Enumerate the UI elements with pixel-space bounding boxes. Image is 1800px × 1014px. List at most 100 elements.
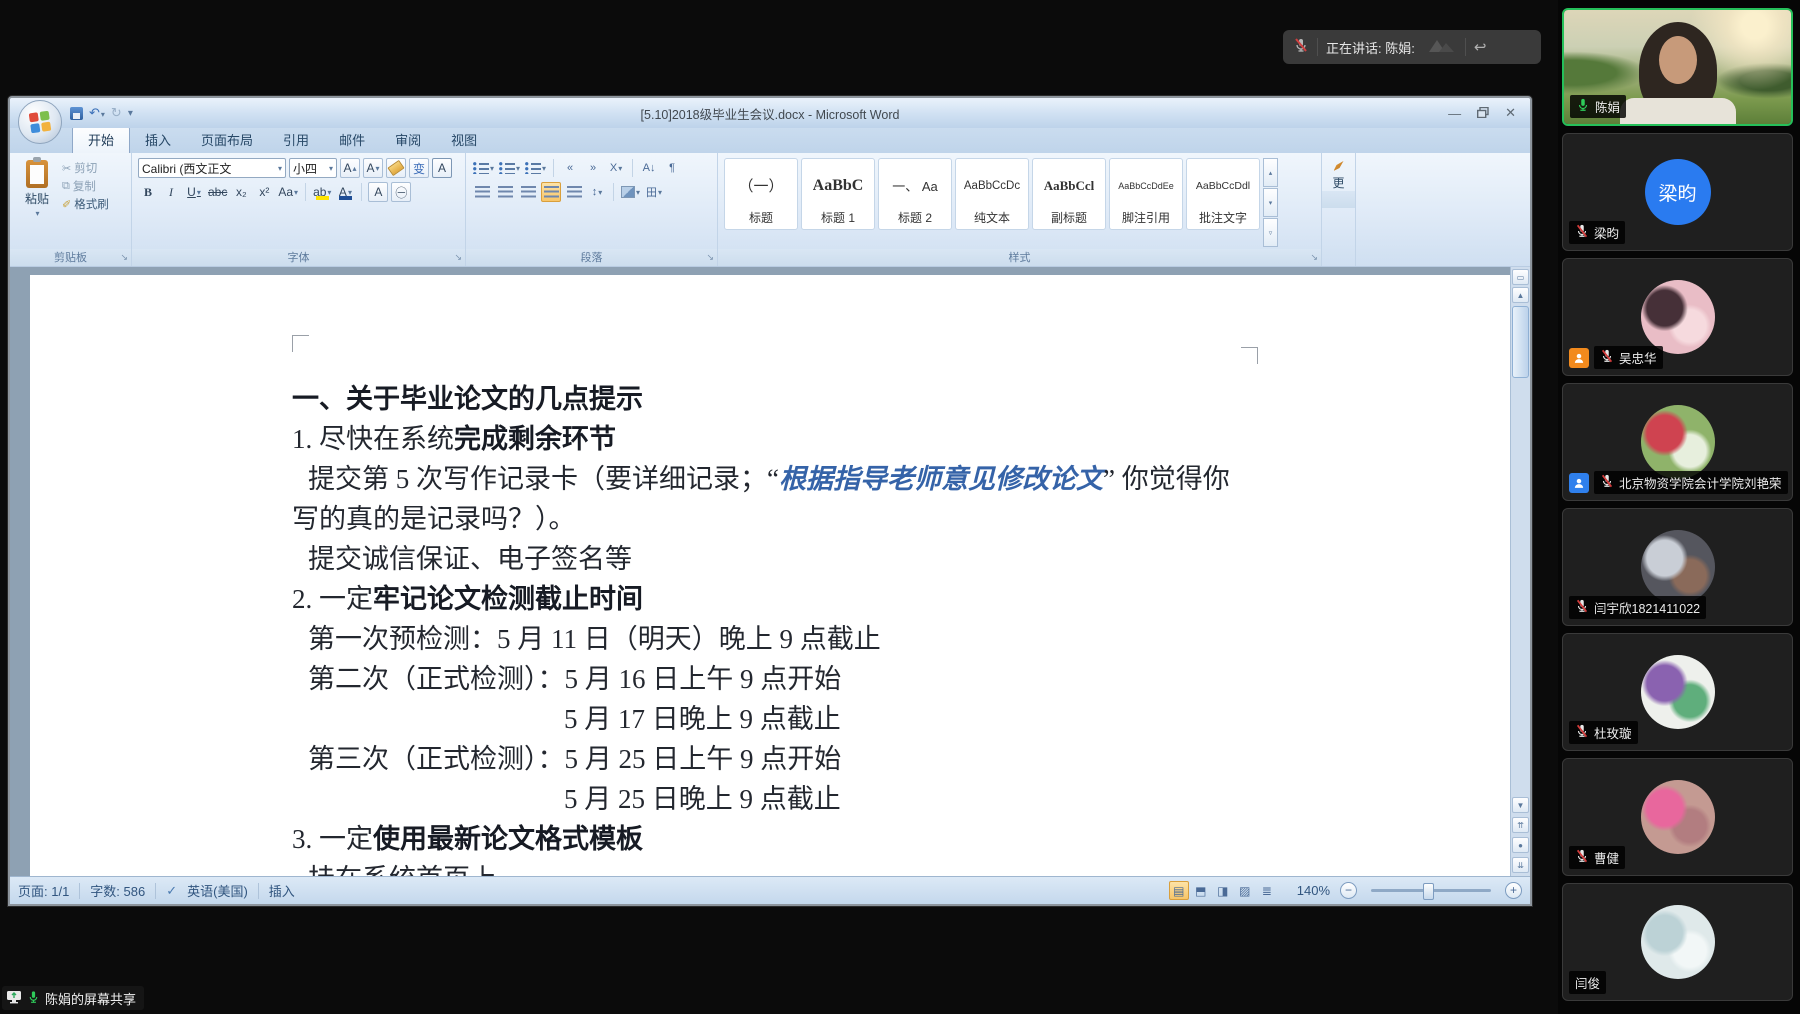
participant-tile[interactable]: 闫俊 [1562,883,1793,1001]
tab-视图[interactable]: 视图 [436,127,492,153]
screen-share-chip[interactable]: 陈娟的屏幕共享 [2,986,144,1010]
save-icon[interactable] [70,107,83,120]
style-标题[interactable]: （一）标题 [724,158,798,230]
gallery-expand-icon[interactable]: ▿ [1263,218,1278,247]
numbered-list-button[interactable]: ▾ [498,158,521,178]
draft-view-button[interactable]: ≣ [1257,881,1277,900]
cut-button[interactable]: ✂剪切 [62,160,109,176]
enclose-characters-button[interactable]: ㊀ [391,182,411,202]
page-indicator[interactable]: 页面: 1/1 [18,881,69,900]
minimize-button[interactable]: — [1448,106,1461,121]
borders-button[interactable]: 田▾ [644,182,664,202]
participant-tile[interactable]: 曹健 [1562,758,1793,876]
previous-page-icon[interactable]: ⇈ [1512,817,1529,833]
character-border-button[interactable]: A [432,158,452,178]
bold-button[interactable]: B [138,182,158,202]
outline-view-button[interactable]: ▨ [1235,881,1255,900]
dialog-launcher-icon[interactable]: ↘ [454,252,462,263]
align-center-button[interactable] [495,182,515,202]
dialog-launcher-icon[interactable]: ↘ [706,252,714,263]
style-纯文本[interactable]: AaBbCcDc纯文本 [955,158,1029,230]
shrink-font-button[interactable]: A▾ [363,158,383,178]
increase-indent-button[interactable]: » [583,158,603,178]
sort-button[interactable]: A↓ [639,158,659,178]
web-layout-view-button[interactable]: ◨ [1213,881,1233,900]
change-case-button[interactable]: Aa▾ [277,182,299,202]
zoom-slider[interactable] [1371,889,1491,892]
close-button[interactable]: ✕ [1505,105,1516,121]
print-layout-view-button[interactable]: ▤ [1169,881,1189,900]
zoom-out-button[interactable]: − [1340,882,1357,899]
language-indicator[interactable]: 英语(美国) [187,881,248,900]
participant-tile[interactable]: 陈娟 [1562,8,1793,126]
underline-button[interactable]: U▾ [184,182,204,202]
office-button[interactable] [18,100,62,144]
bullet-list-button[interactable]: ▾ [472,158,495,178]
shading-button[interactable]: ▾ [620,182,641,202]
redo-icon[interactable]: ↻ [111,105,122,121]
customize-qat-icon[interactable]: ▾ [128,108,133,119]
line-spacing-button[interactable]: ↕▾ [587,182,607,202]
align-right-button[interactable] [518,182,538,202]
style-副标题[interactable]: AaBbCcl副标题 [1032,158,1106,230]
scroll-down-icon[interactable]: ▼ [1512,797,1529,813]
zoom-in-button[interactable]: + [1505,882,1522,899]
document-page[interactable]: 一、关于毕业论文的几点提示1. 尽快在系统完成剩余环节提交第 5 次写作记录卡（… [30,275,1510,876]
font-size-select[interactable]: 小四▾ [289,158,337,178]
strikethrough-button[interactable]: abc [207,182,228,202]
gallery-up-icon[interactable]: ▴ [1263,158,1278,187]
browse-object-icon[interactable]: ● [1512,837,1529,853]
superscript-button[interactable]: x² [254,182,274,202]
tab-开始[interactable]: 开始 [72,126,130,153]
participant-tile[interactable]: 梁昀梁昀 [1562,133,1793,251]
zoom-slider-thumb[interactable] [1423,883,1434,900]
fullscreen-reading-view-button[interactable]: ⬒ [1191,881,1211,900]
collapse-arrow-icon[interactable]: ↩ [1474,38,1487,56]
character-shading-button[interactable]: A [368,182,388,202]
gallery-down-icon[interactable]: ▾ [1263,188,1278,217]
paste-button[interactable]: 粘贴 ▾ [16,158,58,247]
tab-插入[interactable]: 插入 [130,127,186,153]
style-标题 1[interactable]: AaBbC标题 1 [801,158,875,230]
justify-button[interactable] [541,182,561,202]
dialog-launcher-icon[interactable]: ↘ [1310,252,1318,263]
word-titlebar[interactable]: ↶▾ ↻ ▾ [5.10]2018级毕业生会议.docx - Microsoft… [10,98,1530,128]
align-left-button[interactable] [472,182,492,202]
asian-layout-button[interactable]: X▾ [606,158,626,178]
decrease-indent-button[interactable]: « [560,158,580,178]
change-styles-button[interactable]: 更 [1322,153,1356,266]
grow-font-button[interactable]: A▴ [340,158,360,178]
word-count[interactable]: 字数: 586 [90,881,145,900]
style-标题 2[interactable]: 一、 Aa标题 2 [878,158,952,230]
show-marks-button[interactable]: ¶ [662,158,682,178]
scroll-up-icon[interactable]: ▲ [1512,287,1529,303]
vertical-scrollbar[interactable]: ▭ ▲ ▼ ⇈ ● ⇊ [1510,267,1530,876]
scroll-thumb[interactable] [1512,306,1529,378]
participant-tile[interactable]: 杜玫璇 [1562,633,1793,751]
tab-邮件[interactable]: 邮件 [324,127,380,153]
zoom-level[interactable]: 140% [1297,883,1330,898]
distribute-button[interactable] [564,182,584,202]
font-name-select[interactable]: Calibri (西文正文▾ [138,158,286,178]
participant-tile[interactable]: 闫宇欣1821411022 [1562,508,1793,626]
next-page-icon[interactable]: ⇊ [1512,857,1529,873]
tab-引用[interactable]: 引用 [268,127,324,153]
style-脚注引用[interactable]: AaBbCcDdEe脚注引用 [1109,158,1183,230]
format-painter-button[interactable]: ✐格式刷 [62,196,109,212]
highlight-button[interactable]: ab▾ [312,182,332,202]
tab-页面布局[interactable]: 页面布局 [186,127,268,153]
italic-button[interactable]: I [161,182,181,202]
tab-审阅[interactable]: 审阅 [380,127,436,153]
restore-button[interactable] [1477,106,1489,121]
style-批注文字[interactable]: AaBbCcDdl批注文字 [1186,158,1260,230]
phonetic-guide-button[interactable]: 变 [409,158,429,178]
copy-button[interactable]: ⧉复制 [62,178,109,194]
multilevel-list-button[interactable]: ▾ [524,158,547,178]
ruler-toggle-icon[interactable]: ▭ [1512,269,1529,285]
participant-tile[interactable]: 北京物资学院会计学院刘艳荣 [1562,383,1793,501]
insert-mode[interactable]: 插入 [269,881,295,900]
undo-icon[interactable]: ↶▾ [89,105,105,121]
font-color-button[interactable]: A▾ [335,182,355,202]
spellcheck-icon[interactable]: ✓ [166,883,177,899]
subscript-button[interactable]: x₂ [231,182,251,202]
